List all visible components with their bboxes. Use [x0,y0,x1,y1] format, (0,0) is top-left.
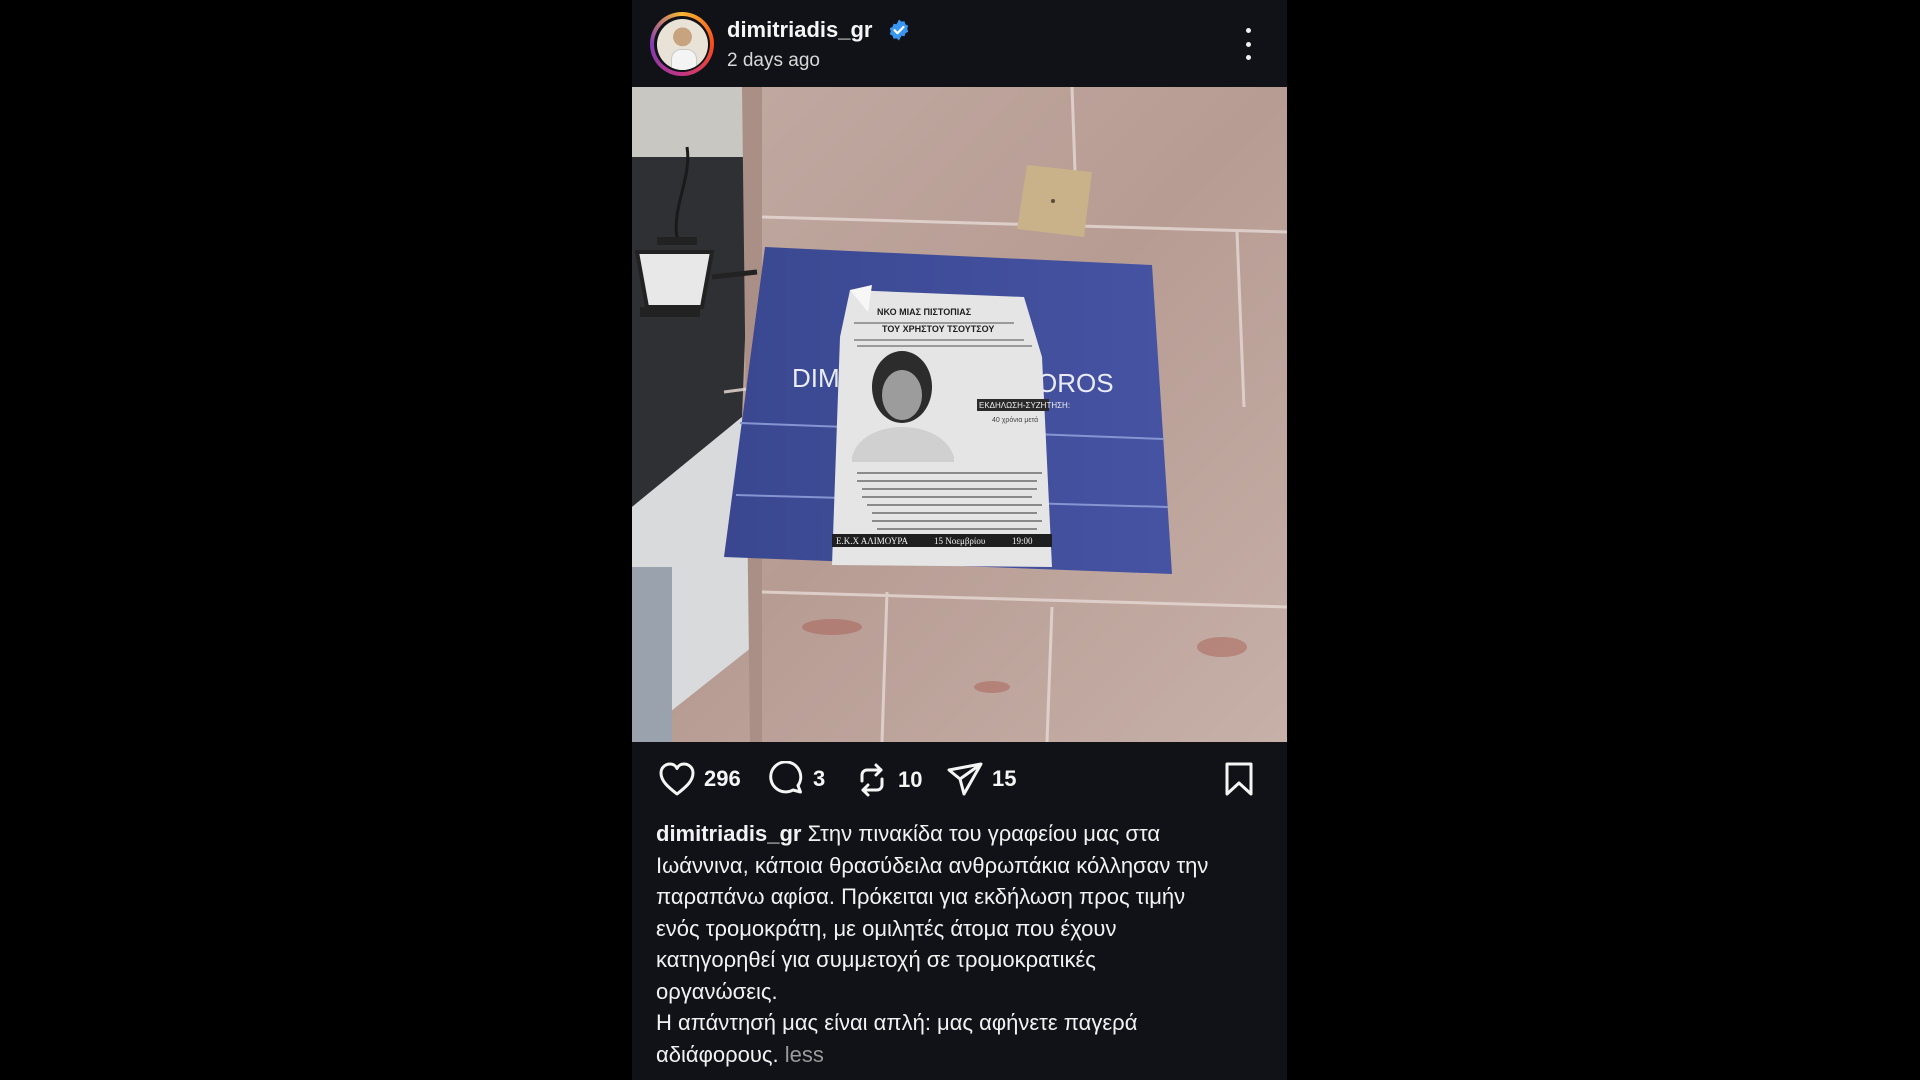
poster-footer-mid: 15 Νοεμβρίου [934,536,986,546]
repost-button[interactable]: 10 [854,761,922,799]
caption-line: Η απάντησή μας είναι απλή: μας αφήνετε π… [656,1010,1138,1035]
more-options-icon[interactable] [1236,28,1260,60]
caption-username[interactable]: dimitriadis_gr [656,821,801,846]
comment-icon [769,761,803,794]
poster-footer-right: 19:00 [1012,536,1033,546]
caption-line: ενός τρομοκράτη, με ομιλητές άτομα που έ… [656,915,1117,941]
poster-footer-left: Ε.Κ.Χ ΑΛΙΜΟΥΡΑ [836,536,909,546]
share-icon [947,762,983,796]
less-link[interactable]: less [785,1042,824,1067]
caption-line: αδιάφορους. [656,1041,779,1067]
caption-line: Στην πινακίδα του γραφείου μας στα [807,821,1161,846]
post-header: dimitriadis_gr 2 days ago [632,0,1287,86]
post-actions: 296 3 10 15 [632,755,1287,805]
post-timestamp: 2 days ago [727,50,820,71]
caption-line: παραπάνω αφίσα. Πρόκειται για εκδήλωση π… [656,884,1186,909]
like-count: 296 [704,766,741,791]
post-username[interactable]: dimitriadis_gr [727,17,872,43]
avatar[interactable] [650,12,714,76]
plaque-text-right: OROS [1037,368,1114,398]
poster-event-sub: 40 χρόνια μετά [992,416,1038,424]
post-screen: dimitriadis_gr 2 days ago DIM OROS ΝΚΟ Μ… [632,0,1287,1080]
verified-badge-icon [889,19,909,41]
bookmark-icon[interactable] [1222,761,1256,797]
poster-headline-2: ΤΟΥ ΧΡΗΣΤΟΥ ΤΣΟΥΤΣΟΥ [882,324,994,334]
poster-event-label: ΕΚΔΗΛΩΣΗ-ΣΥΖΗΤΗΣΗ: [979,401,1070,410]
caption-line: οργανώσεις. [656,978,778,1004]
repost-count: 10 [898,767,923,792]
comment-button[interactable]: 3 [767,761,825,797]
post-photo[interactable]: DIM OROS ΝΚΟ ΜΙΑΣ ΠΙΣΤΟΠΙΑΣ ΤΟΥ ΧΡΗΣΤΟΥ … [632,87,1287,742]
caption-line: κατηγορηθεί για συμμετοχή σε τρομοκρατικ… [656,947,1096,972]
share-button[interactable]: 15 [946,761,1016,797]
comment-count: 3 [813,766,826,791]
heart-icon [659,762,695,796]
repost-icon [860,763,884,797]
plaque-text-left: DIM [792,363,840,393]
caption-line: Ιωάννινα, κάποια θρασύδειλα ανθρωπάκια κ… [656,852,1209,878]
like-button[interactable]: 296 [658,761,741,797]
poster-headline-1: ΝΚΟ ΜΙΑΣ ΠΙΣΤΟΠΙΑΣ [877,307,972,317]
photo-content: DIM OROS ΝΚΟ ΜΙΑΣ ΠΙΣΤΟΠΙΑΣ ΤΟΥ ΧΡΗΣΤΟΥ … [632,87,1287,742]
post-caption: dimitriadis_gr Στην πινακίδα του γραφείο… [656,818,1256,1070]
share-count: 15 [992,766,1017,791]
